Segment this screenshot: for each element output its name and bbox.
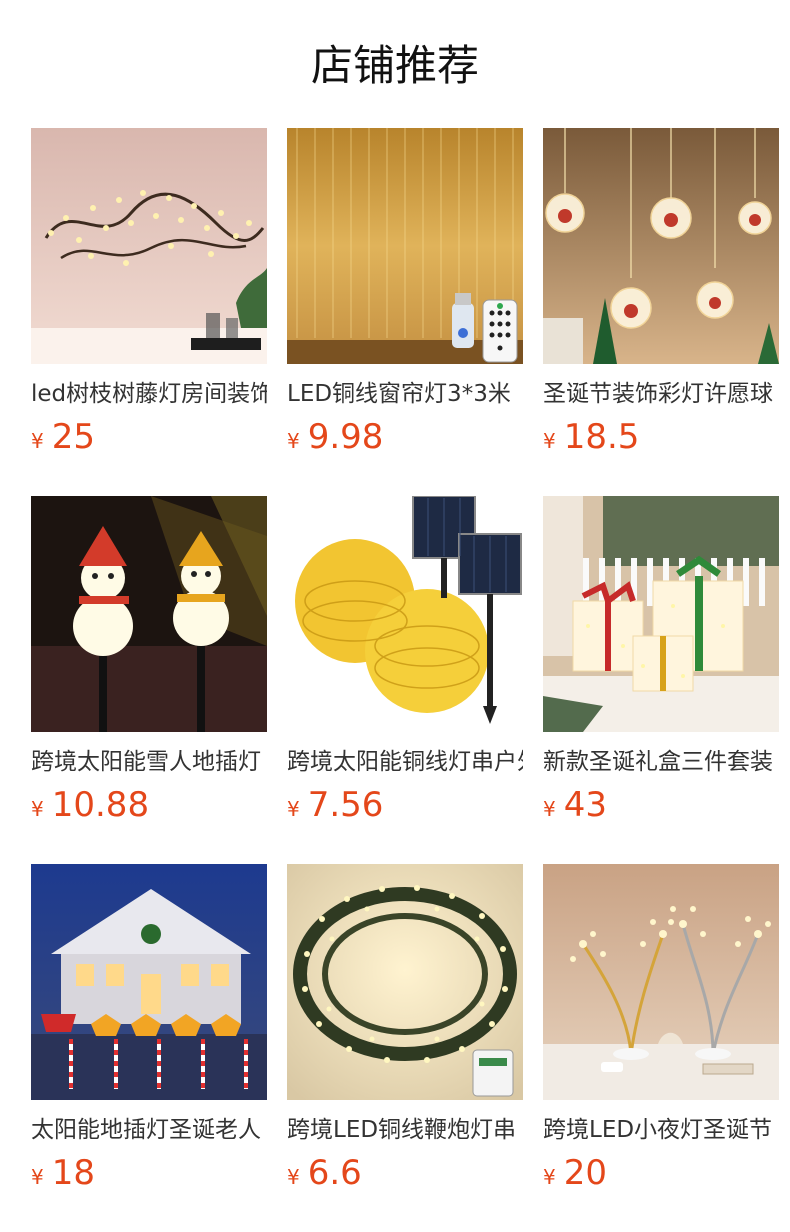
price-value: 7.56 — [307, 785, 384, 825]
product-name[interactable]: 太阳能地插灯圣诞老人 — [31, 1114, 267, 1146]
product-image[interactable] — [31, 864, 267, 1100]
page-title: 店铺推荐 — [310, 41, 479, 90]
product-name[interactable]: 跨境太阳能雪人地插灯 — [31, 746, 267, 778]
currency-symbol: ¥ — [287, 429, 300, 453]
currency-symbol: ¥ — [31, 429, 44, 453]
product-name[interactable]: LED铜线窗帘灯3*3米 — [287, 378, 523, 410]
currency-symbol: ¥ — [287, 1165, 300, 1189]
product-price: ¥7.56 — [287, 784, 383, 832]
price-value: 10.88 — [51, 785, 150, 825]
product-price: ¥6.6 — [287, 1152, 362, 1200]
product-price: ¥10.88 — [31, 784, 149, 832]
product-price: ¥18 — [31, 1152, 95, 1200]
currency-symbol: ¥ — [543, 797, 556, 821]
price-value: 6.6 — [307, 1153, 362, 1193]
currency-symbol: ¥ — [543, 429, 556, 453]
product-name[interactable]: 圣诞节装饰彩灯许愿球 — [543, 378, 779, 410]
price-value: 25 — [51, 417, 95, 457]
product-image[interactable] — [543, 496, 779, 732]
price-value: 43 — [563, 785, 607, 825]
product-image[interactable] — [31, 496, 267, 732]
currency-symbol: ¥ — [31, 1165, 44, 1189]
product-name[interactable]: 跨境LED铜线鞭炮灯串 — [287, 1114, 523, 1146]
price-value: 9.98 — [307, 417, 384, 457]
currency-symbol: ¥ — [287, 797, 300, 821]
product-image[interactable] — [287, 496, 523, 732]
product-image[interactable] — [31, 128, 267, 364]
product-name[interactable]: led树枝树藤灯房间装饰 — [31, 378, 267, 410]
product-image[interactable] — [543, 128, 779, 364]
product-image[interactable] — [287, 864, 523, 1100]
product-price: ¥20 — [543, 1152, 607, 1200]
currency-symbol: ¥ — [31, 797, 44, 821]
price-value: 18.5 — [563, 417, 640, 457]
price-value: 20 — [563, 1153, 607, 1193]
product-name[interactable]: 新款圣诞礼盒三件套装 — [543, 746, 779, 778]
product-price: ¥25 — [31, 416, 95, 464]
product-image[interactable] — [287, 128, 523, 364]
price-value: 18 — [51, 1153, 95, 1193]
product-price: ¥9.98 — [287, 416, 383, 464]
product-name[interactable]: 跨境LED小夜灯圣诞节 — [543, 1114, 779, 1146]
product-name[interactable]: 跨境太阳能铜线灯串户外 — [287, 746, 523, 778]
product-price: ¥18.5 — [543, 416, 639, 464]
currency-symbol: ¥ — [543, 1165, 556, 1189]
product-price: ¥43 — [543, 784, 607, 832]
product-image[interactable] — [543, 864, 779, 1100]
